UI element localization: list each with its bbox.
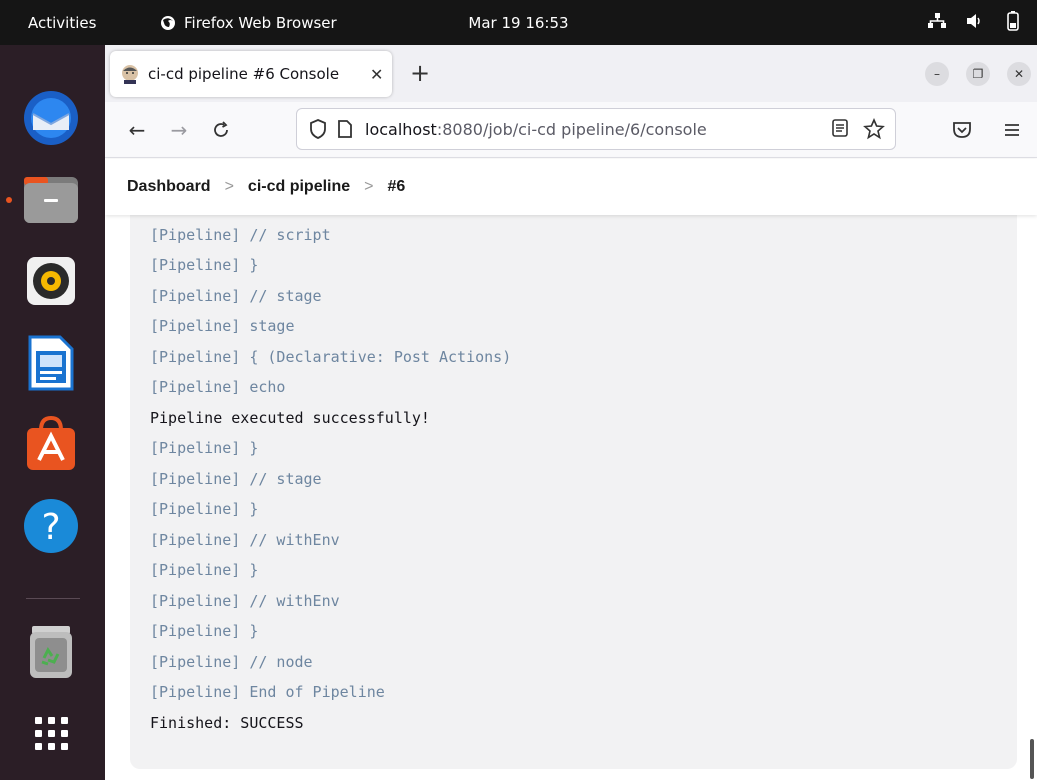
clock[interactable]: Mar 19 16:53: [468, 14, 568, 32]
battery-icon: [1003, 10, 1023, 32]
console-output: [Pipeline] } [Pipeline] // script [Pipelin…: [130, 201, 1017, 769]
dock-rhythmbox[interactable]: [18, 248, 84, 314]
nav-bar: ← → localhost:8080/job/ci-cd pipeline/6/…: [105, 102, 1037, 158]
console-line: [Pipeline] }: [150, 256, 259, 274]
console-line: [Pipeline] }: [150, 439, 259, 457]
console-line: [Pipeline] }: [150, 500, 259, 518]
trash-icon: [30, 626, 72, 678]
activities-button[interactable]: Activities: [28, 14, 96, 32]
console-line: [Pipeline] // withEnv: [150, 530, 340, 549]
app-menu[interactable]: Firefox Web Browser: [160, 14, 337, 32]
files-icon: [24, 177, 78, 223]
console-line: [Pipeline] { (Declarative: Post Actions): [150, 347, 512, 366]
system-tray[interactable]: [927, 10, 1023, 32]
breadcrumb-separator-icon: >: [224, 178, 234, 195]
app-name: Firefox Web Browser: [184, 14, 337, 32]
console-line: [Pipeline] // stage: [150, 286, 322, 305]
url-host: localhost: [365, 119, 437, 139]
dock-trash[interactable]: [18, 619, 84, 685]
rhythmbox-icon: [27, 257, 75, 305]
dock-separator: [26, 598, 80, 599]
scrollbar-thumb[interactable]: [1030, 739, 1034, 779]
console-line: [Pipeline] End of Pipeline: [150, 683, 385, 701]
breadcrumb-separator-icon: >: [364, 178, 374, 195]
breadcrumb: Dashboard > ci-cd pipeline > #6: [105, 159, 1037, 215]
app-grid-icon: [35, 717, 68, 750]
console-line: [Pipeline] }: [150, 561, 259, 579]
firefox-icon: [161, 16, 175, 30]
url-bar[interactable]: localhost:8080/job/ci-cd pipeline/6/cons…: [296, 108, 896, 150]
dock-files[interactable]: [18, 167, 84, 233]
dock-help[interactable]: ?: [18, 493, 84, 559]
console-line: Pipeline executed successfully!: [150, 408, 430, 427]
breadcrumb-dashboard[interactable]: Dashboard: [127, 178, 211, 196]
console-line: [Pipeline] // node: [150, 652, 313, 671]
breadcrumb-job[interactable]: ci-cd pipeline: [248, 178, 350, 196]
console-line: Finished: SUCCESS: [150, 713, 304, 732]
forward-button[interactable]: →: [167, 118, 191, 142]
firefox-window: ci-cd pipeline #6 Console ✕ + – ❐ ✕ ← → …: [105, 45, 1037, 780]
maximize-button[interactable]: ❐: [966, 62, 990, 86]
url-path: :8080/job/ci-cd pipeline/6/console: [436, 119, 707, 139]
software-store-icon: [27, 416, 75, 470]
reload-button[interactable]: [209, 118, 233, 142]
dock: ?: [0, 45, 105, 780]
console-line: [Pipeline] // withEnv: [150, 591, 340, 610]
close-window-button[interactable]: ✕: [1007, 62, 1031, 86]
tab-console[interactable]: ci-cd pipeline #6 Console ✕: [110, 51, 392, 97]
bookmark-star-icon[interactable]: [863, 118, 885, 140]
tracking-shield-icon: [310, 119, 326, 139]
breadcrumb-build[interactable]: #6: [388, 178, 406, 196]
reader-view-icon[interactable]: [831, 118, 849, 138]
writer-icon: [28, 335, 74, 391]
pocket-button[interactable]: [950, 118, 974, 142]
volume-icon: [965, 10, 985, 32]
tab-bar: ci-cd pipeline #6 Console ✕ + – ❐ ✕: [105, 45, 1037, 102]
top-bar: Activities Firefox Web Browser Mar 19 16…: [0, 0, 1037, 45]
dock-ubuntu-software[interactable]: [18, 411, 84, 477]
new-tab-button[interactable]: +: [410, 59, 430, 87]
console-line: [Pipeline] // script: [150, 225, 331, 244]
tab-close-icon[interactable]: ✕: [370, 65, 383, 84]
page-icon: [338, 120, 352, 138]
menu-button[interactable]: [1000, 118, 1024, 142]
help-icon: ?: [24, 499, 78, 553]
pocket-icon: [953, 122, 971, 138]
dock-libreoffice-writer[interactable]: [18, 330, 84, 396]
console-line: [Pipeline] echo: [150, 378, 286, 396]
thunderbird-icon: [24, 91, 78, 145]
network-icon: [927, 10, 947, 32]
minimize-button[interactable]: –: [925, 62, 949, 86]
console-lines: [Pipeline] } [Pipeline] // script [Pipelin…: [150, 201, 511, 738]
dock-thunderbird[interactable]: [18, 85, 84, 151]
reload-icon: [214, 121, 228, 137]
console-line: [Pipeline] }: [150, 622, 259, 640]
running-indicator: [6, 197, 12, 203]
hamburger-menu-icon: [1005, 124, 1019, 136]
jenkins-favicon-icon: [122, 65, 138, 84]
console-line: [Pipeline] // stage: [150, 469, 322, 488]
console-line: [Pipeline] stage: [150, 317, 295, 335]
tab-title: ci-cd pipeline #6 Console: [148, 65, 340, 83]
back-button[interactable]: ←: [125, 118, 149, 142]
dock-show-applications[interactable]: [18, 700, 84, 766]
svg-text:?: ?: [41, 507, 60, 548]
